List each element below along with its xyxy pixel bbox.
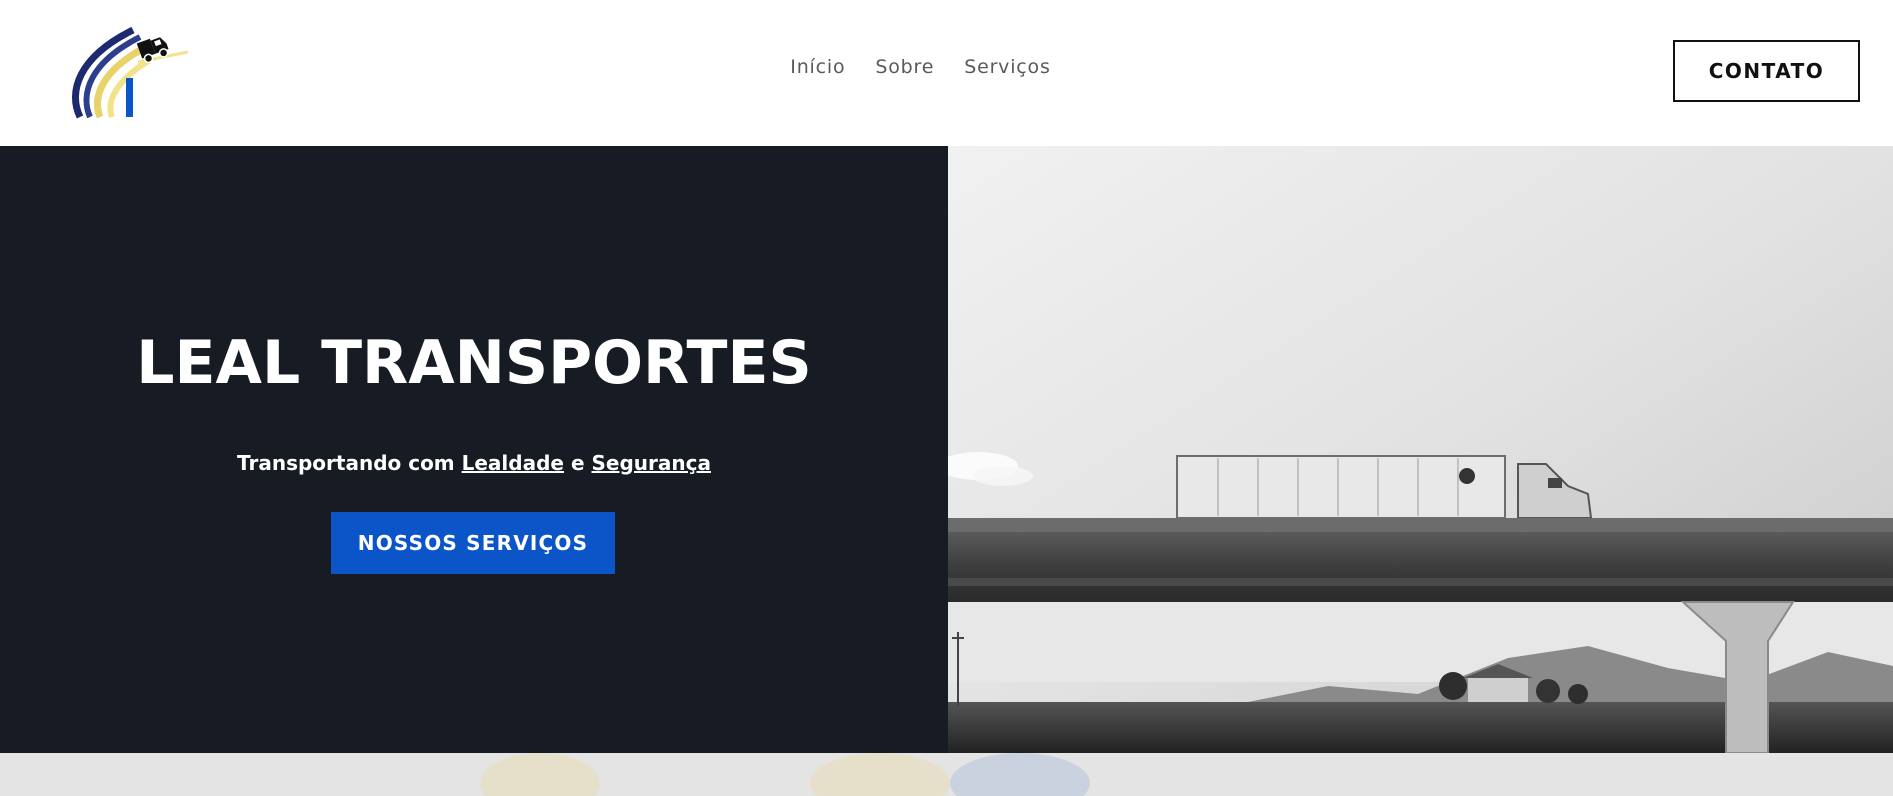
next-section-strip (0, 753, 1893, 796)
nav-item-sobre[interactable]: Sobre (875, 56, 934, 78)
hero-truck-photo (948, 146, 1893, 753)
subtitle-prefix: Transportando com (237, 451, 462, 475)
subtitle-mid: e (563, 451, 592, 475)
services-cta-button[interactable]: NOSSOS SERVIÇOS (331, 512, 615, 574)
hero-title: LEAL TRANSPORTES (136, 328, 812, 398)
main-nav: Início Sobre Serviços (0, 56, 1893, 78)
subtitle-link-seguranca[interactable]: Segurança (591, 451, 710, 475)
hero-text-panel: LEAL TRANSPORTES Transportando com Leald… (0, 146, 948, 753)
subtitle-link-lealdade[interactable]: Lealdade (462, 451, 564, 475)
hero-subtitle: Transportando com Lealdade e Segurança (0, 451, 948, 475)
nav-item-servicos[interactable]: Serviços (964, 56, 1050, 78)
hero-section: LEAL TRANSPORTES Transportando com Leald… (0, 146, 1893, 753)
site-header: Início Sobre Serviços CONTATO (0, 0, 1893, 146)
nav-item-inicio[interactable]: Início (790, 56, 845, 78)
contact-button[interactable]: CONTATO (1673, 40, 1860, 102)
